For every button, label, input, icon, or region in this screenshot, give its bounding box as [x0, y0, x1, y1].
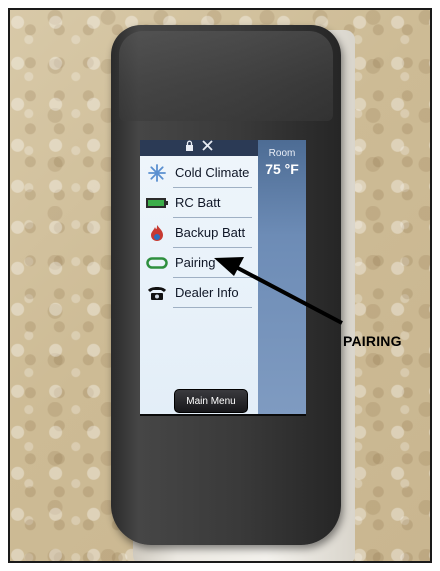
callout-label: PAIRING — [343, 333, 402, 349]
annotation-arrow — [214, 257, 343, 325]
